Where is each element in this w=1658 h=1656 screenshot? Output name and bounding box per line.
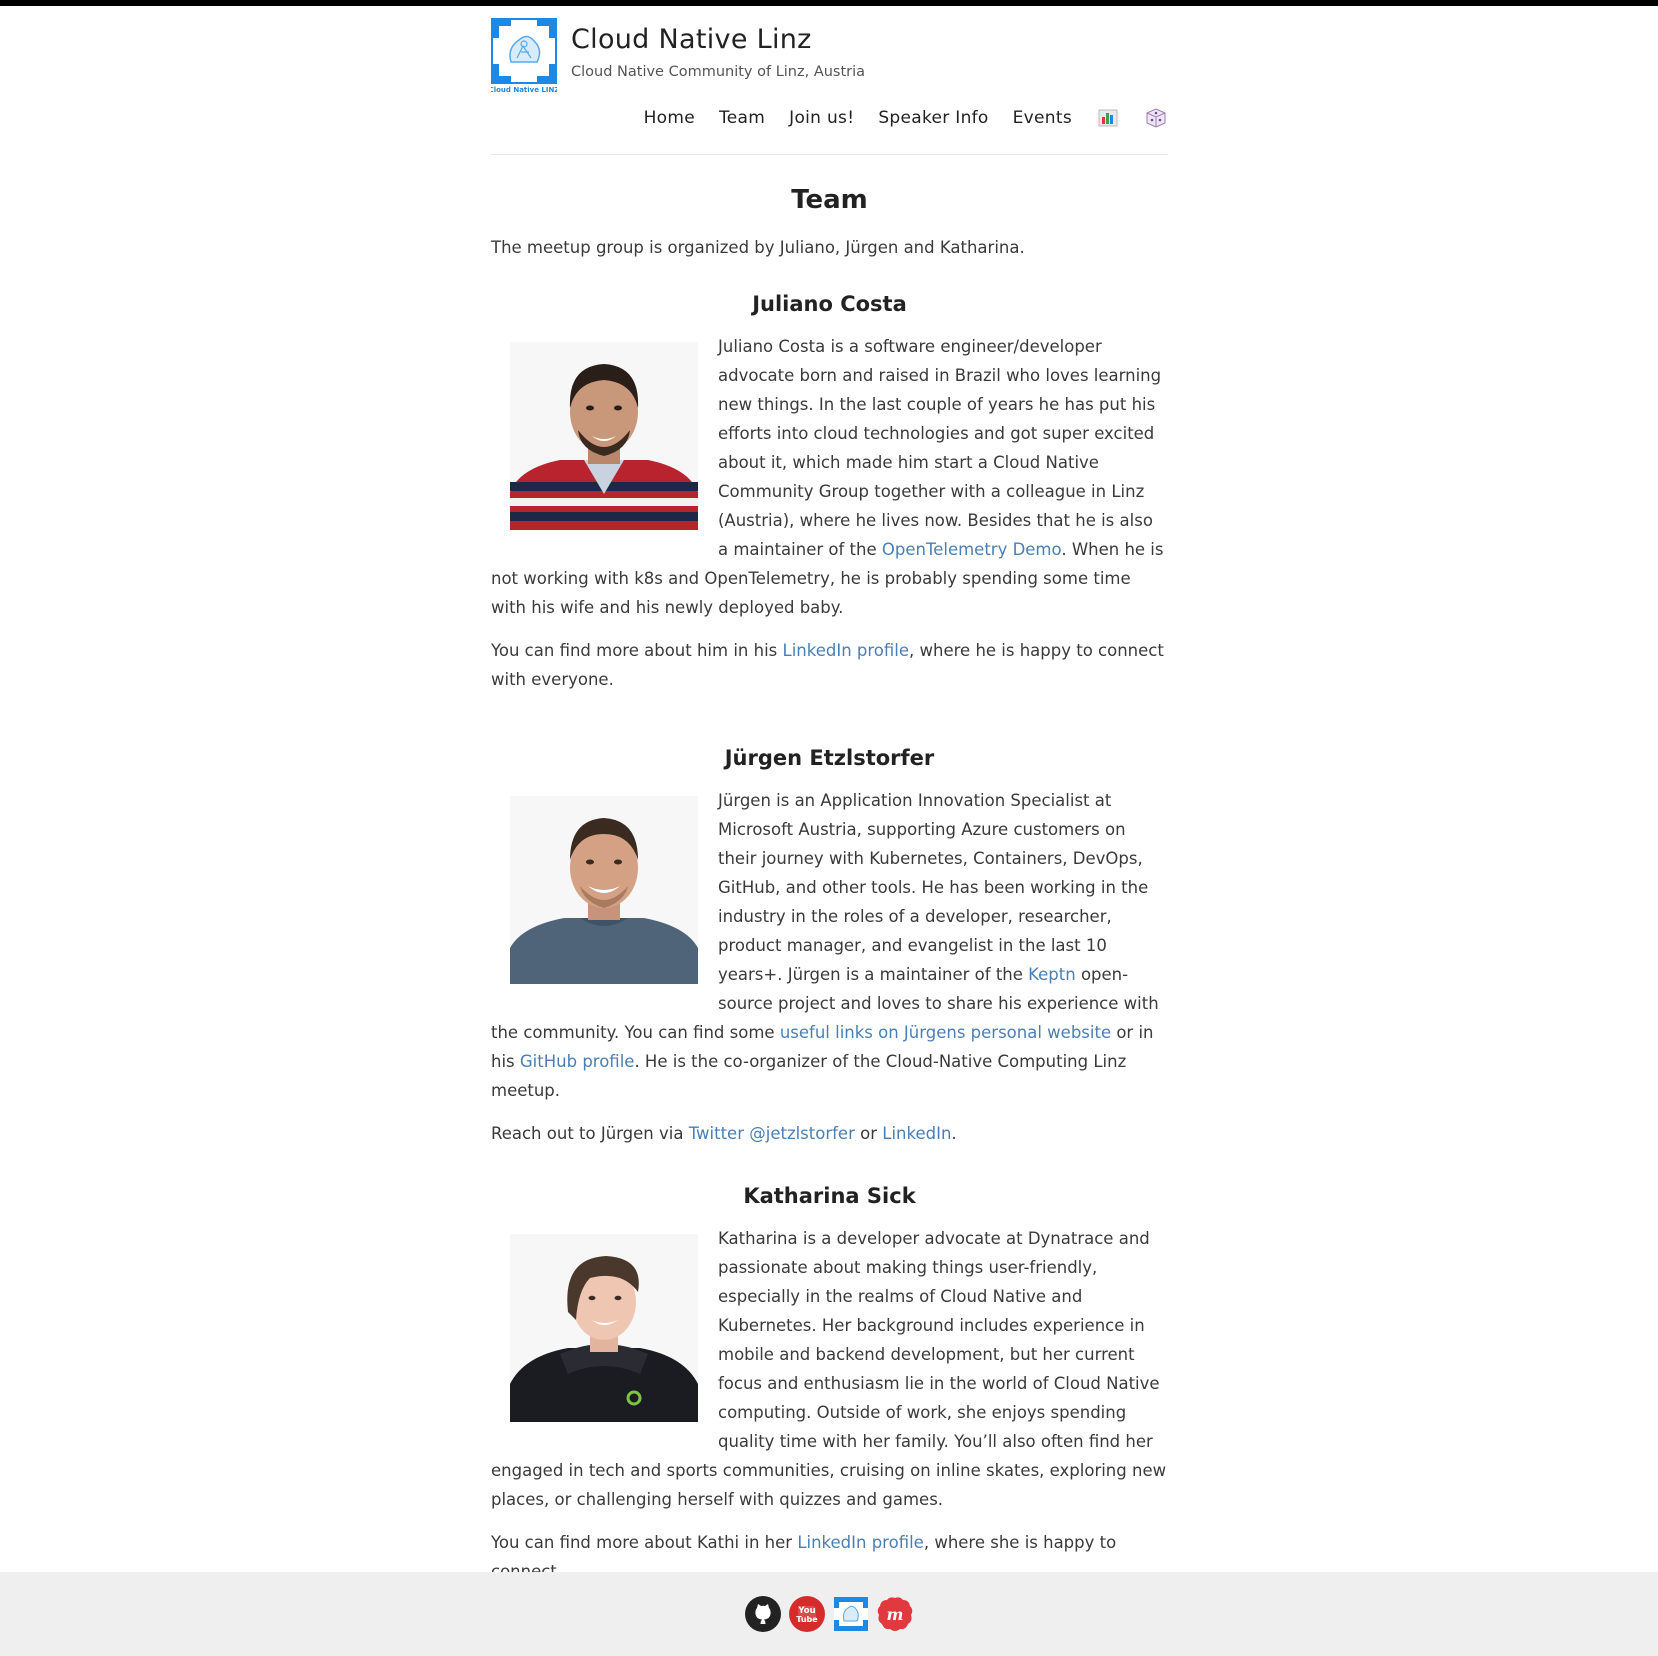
- keptn-link[interactable]: Keptn: [1028, 965, 1076, 984]
- intro-text: The meetup group is organized by Juliano…: [491, 238, 1025, 257]
- personal-website-link[interactable]: useful links on Jürgens personal website: [780, 1023, 1111, 1042]
- person-name: Katharina Sick: [743, 1184, 916, 1208]
- twitter-link[interactable]: Twitter @jetzlstorfer: [689, 1124, 855, 1143]
- cncf-icon[interactable]: [832, 1595, 870, 1633]
- main-content: Team The meetup group is organized by Ju…: [491, 185, 1168, 1586]
- meetup-icon[interactable]: m: [876, 1595, 914, 1633]
- linkedin-profile-link[interactable]: LinkedIn profile: [797, 1533, 924, 1552]
- person-contact: You can find more about him in his Linke…: [491, 641, 1164, 689]
- nav-speaker-info[interactable]: Speaker Info: [878, 108, 988, 128]
- person-name: Juliano Costa: [752, 292, 907, 316]
- person-name: Jürgen Etzlstorfer: [724, 746, 935, 770]
- site-footer: You Tube m: [0, 1572, 1658, 1656]
- svg-text:Cloud Native LINZ: Cloud Native LINZ: [491, 86, 557, 94]
- page-title: Team: [791, 185, 868, 215]
- jurgen-photo: [510, 796, 698, 984]
- katharina-photo: [510, 1234, 698, 1422]
- linkedin-link[interactable]: LinkedIn: [882, 1124, 951, 1143]
- github-icon[interactable]: [744, 1595, 782, 1633]
- nav-home[interactable]: Home: [644, 108, 695, 128]
- opentelemetry-demo-link[interactable]: OpenTelemetry Demo: [882, 540, 1061, 559]
- main-nav: Home Team Join us! Speaker Info Events: [620, 107, 1168, 129]
- person-jurgen-etzlstorfer: Jürgen Etzlstorfer Jürgen is an Applicat…: [491, 746, 1168, 1148]
- site-logo[interactable]: Cloud Native LINZ: [489, 18, 559, 94]
- person-katharina-sick: Katharina Sick Katharina is a developer …: [491, 1184, 1168, 1586]
- svg-text:m: m: [887, 1605, 904, 1624]
- person-juliano-costa: Juliano Costa Juliano Costa is a softwar…: [491, 292, 1168, 694]
- linkedin-profile-link[interactable]: LinkedIn profile: [783, 641, 910, 660]
- cloud-native-linz-logo-icon: Cloud Native LINZ: [489, 18, 559, 94]
- bar-chart-icon[interactable]: [1096, 107, 1120, 129]
- site-subtitle: Cloud Native Community of Linz, Austria: [571, 64, 866, 80]
- nav-team[interactable]: Team: [719, 108, 765, 128]
- github-profile-link[interactable]: GitHub profile: [520, 1052, 635, 1071]
- dice-icon[interactable]: [1144, 107, 1168, 129]
- juliano-photo: [510, 342, 698, 530]
- person-contact: Reach out to Jürgen via Twitter @jetzlst…: [491, 1124, 957, 1143]
- site-header: Cloud Native LINZ Cloud Native Linz Clou…: [489, 0, 1168, 155]
- svg-text:Tube: Tube: [796, 1615, 818, 1624]
- nav-join-us[interactable]: Join us!: [789, 108, 854, 128]
- page-container: Cloud Native LINZ Cloud Native Linz Clou…: [489, 0, 1168, 1586]
- nav-events[interactable]: Events: [1013, 108, 1072, 128]
- site-title[interactable]: Cloud Native Linz: [571, 24, 812, 55]
- youtube-icon[interactable]: You Tube: [788, 1595, 826, 1633]
